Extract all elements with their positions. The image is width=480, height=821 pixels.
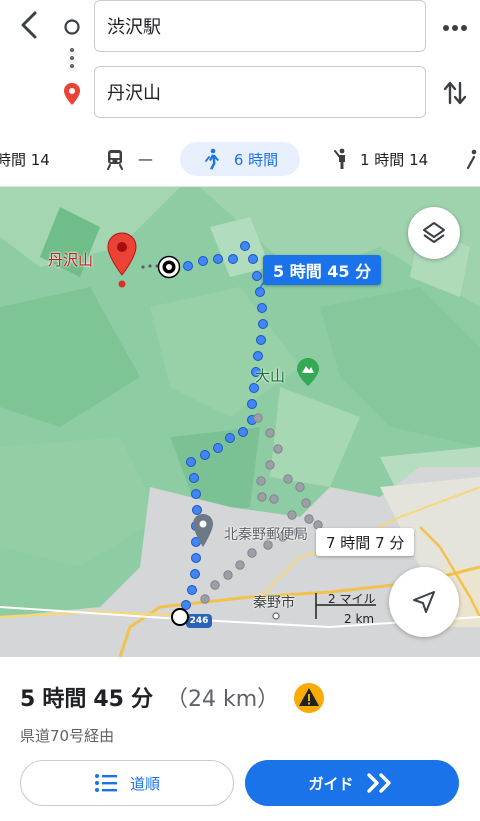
route-via: 県道70号経由	[20, 727, 115, 745]
layers-icon	[423, 222, 445, 243]
steps-label: 道順	[129, 774, 160, 793]
tab-walk-label: 6 時間	[233, 150, 279, 169]
mountain-poi-icon[interactable]	[296, 357, 320, 387]
post-office-pin-icon[interactable]	[192, 513, 214, 549]
origin-circle-icon	[64, 19, 80, 35]
destination-field[interactable]: 丹沢山	[94, 66, 426, 118]
guide-button[interactable]: ガイド	[245, 760, 459, 806]
tab-ride[interactable]: 1 時間 14	[330, 142, 428, 176]
main-route-callout[interactable]: 5 時間 45 分	[263, 255, 382, 285]
steps-button[interactable]: 道順	[20, 760, 234, 806]
directions-header: 渋沢駅 丹沢山	[0, 0, 480, 130]
poi-oyama-label[interactable]: 大山	[255, 365, 285, 386]
navigation-arrow-icon	[413, 591, 435, 613]
warning-icon[interactable]	[293, 682, 325, 714]
tab-transit-label: —	[138, 150, 153, 168]
cycle-icon	[466, 149, 477, 170]
route-summary-sheet: 5 時間 45 分 （24 km） 県道70号経由 道順 ガイド	[0, 657, 480, 821]
main-route-duration: 5 時間 45 分	[273, 262, 372, 281]
duration-hours-word: 時間	[42, 687, 87, 712]
duration-hours-number: 5	[20, 687, 36, 712]
travel-mode-tabs: 時間 14 — 6 時間 1 時間 14	[0, 134, 480, 187]
double-chevron-right-icon	[366, 773, 391, 793]
hailing-person-icon	[334, 148, 345, 169]
map-view[interactable]: 丹沢山 5 時間 45 分 7 時間 7 分 大山 北秦野郵便局 秦野市 246…	[0, 187, 480, 657]
back-button[interactable]	[14, 8, 44, 42]
destination-marker-icon[interactable]	[106, 231, 138, 289]
swap-button[interactable]	[440, 78, 470, 108]
alt-route-callout[interactable]: 7 時間 7 分	[316, 528, 415, 556]
tab-cycle[interactable]	[466, 142, 480, 176]
list-icon	[94, 774, 117, 792]
tab-drive-label: 時間 14	[0, 150, 50, 169]
origin-text: 渋沢駅	[107, 17, 161, 38]
tab-ride-label: 1 時間 14	[360, 150, 429, 169]
destination-pin-icon	[64, 83, 80, 105]
scale-miles-label: 2 マイル	[328, 592, 376, 606]
train-icon	[107, 150, 123, 170]
tab-transit[interactable]: —	[104, 142, 153, 176]
duration-minutes-number: 45	[93, 687, 124, 712]
callout-tail-icon	[257, 279, 269, 291]
layers-button[interactable]	[408, 207, 460, 259]
guide-label: ガイド	[308, 774, 354, 793]
tab-walk[interactable]: 6 時間	[180, 142, 300, 176]
more-horizontal-icon	[443, 25, 467, 31]
back-arrow-icon	[21, 11, 37, 39]
walking-person-icon	[204, 148, 219, 170]
swap-vertical-icon	[443, 81, 467, 105]
scale-km-label: 2 km	[344, 612, 375, 626]
origin-field[interactable]: 渋沢駅	[94, 0, 426, 52]
my-location-button[interactable]	[389, 567, 459, 637]
alt-route-duration: 7 時間 7 分	[326, 533, 405, 552]
start-target-icon	[157, 255, 181, 279]
route-dots-icon	[70, 48, 74, 68]
destination-text: 丹沢山	[107, 83, 161, 104]
more-options-button[interactable]	[440, 14, 470, 42]
tab-drive[interactable]: 時間 14	[0, 142, 50, 176]
road-246-label: 246	[189, 616, 209, 626]
city-label: 秦野市	[253, 595, 295, 611]
post-office-label[interactable]: 北秦野郵便局	[224, 524, 308, 544]
route-distance: （24 km）	[165, 687, 280, 712]
destination-map-label: 丹沢山	[48, 251, 94, 269]
route-duration: 5 時間 45 分 （24 km）	[20, 681, 279, 713]
duration-minutes-word: 分	[130, 687, 153, 712]
